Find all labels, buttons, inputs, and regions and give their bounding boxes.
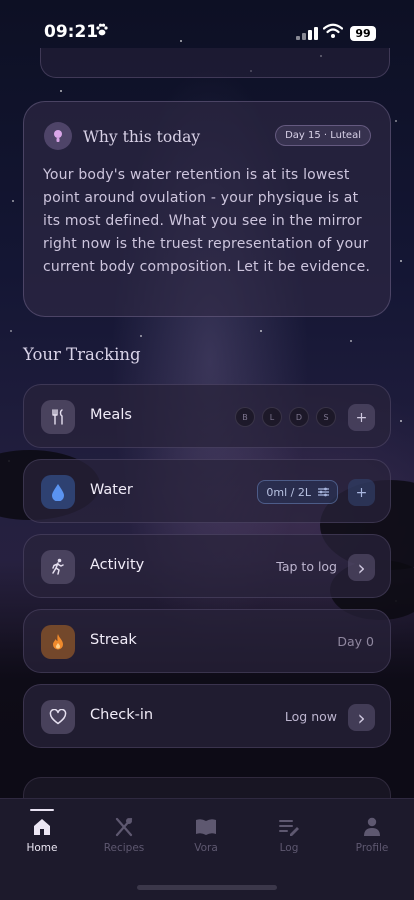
heart-icon: [41, 700, 75, 734]
battery-indicator: 99: [350, 26, 376, 41]
checkin-chevron-button[interactable]: ›: [348, 704, 375, 731]
water-row[interactable]: Water 0ml / 2L +: [23, 459, 391, 523]
lightbulb-icon: [44, 122, 72, 150]
paw-icon: [95, 23, 109, 40]
checkin-label: Check-in: [90, 707, 154, 723]
meal-dot-snack[interactable]: S: [316, 407, 336, 427]
why-this-today-card: Why this today Day 15 · Luteal Your body…: [23, 101, 391, 317]
why-card-body: Your body's water retention is at its lo…: [43, 167, 371, 275]
meal-dot-lunch[interactable]: L: [262, 407, 282, 427]
add-water-button[interactable]: +: [348, 479, 375, 506]
person-icon: [364, 817, 380, 836]
water-label: Water: [90, 482, 133, 498]
tab-home[interactable]: Home: [7, 817, 77, 854]
streak-row[interactable]: Streak Day 0: [23, 609, 391, 673]
tab-profile[interactable]: Profile: [337, 817, 407, 854]
water-amount: 0ml / 2L: [266, 485, 311, 499]
meals-row[interactable]: Meals B L D S +: [23, 384, 391, 448]
meals-label: Meals: [90, 407, 132, 423]
active-tab-indicator: [30, 809, 54, 811]
edit-list-icon: [279, 820, 299, 836]
tab-recipes[interactable]: Recipes: [89, 817, 159, 854]
utensils-icon: [115, 817, 133, 837]
cutlery-icon: [41, 400, 75, 434]
book-icon: [196, 819, 216, 835]
tab-profile-label: Profile: [355, 842, 389, 854]
water-drop-icon: [41, 475, 75, 509]
meal-dots: B L D S: [235, 407, 336, 427]
tab-log[interactable]: Log: [254, 817, 324, 854]
running-icon: [41, 550, 75, 584]
water-amount-pill[interactable]: 0ml / 2L: [257, 480, 338, 504]
cycle-day-badge: Day 15 · Luteal: [275, 125, 371, 146]
tab-recipes-label: Recipes: [103, 842, 145, 854]
meal-dot-breakfast[interactable]: B: [235, 407, 255, 427]
home-icon: [34, 819, 50, 835]
activity-row[interactable]: Activity Tap to log ›: [23, 534, 391, 598]
add-meal-button[interactable]: +: [348, 404, 375, 431]
checkin-status: Log now: [284, 709, 337, 724]
tab-home-label: Home: [26, 842, 58, 854]
activity-label: Activity: [90, 557, 145, 573]
streak-label: Streak: [90, 632, 137, 648]
cellular-signal-icon: [296, 27, 318, 40]
checkin-row[interactable]: Check-in Log now ›: [23, 684, 391, 748]
streak-status: Day 0: [337, 634, 374, 649]
previous-card: [40, 48, 390, 78]
flame-icon: [41, 625, 75, 659]
activity-chevron-button[interactable]: ›: [348, 554, 375, 581]
why-card-title: Why this today: [83, 128, 201, 146]
home-indicator: [137, 885, 277, 890]
activity-status: Tap to log: [276, 559, 337, 574]
tab-vora-label: Vora: [194, 842, 218, 854]
tab-vora[interactable]: Vora: [171, 817, 241, 854]
tracking-section-title: Your Tracking: [23, 345, 141, 364]
meal-dot-dinner[interactable]: D: [289, 407, 309, 427]
tab-log-label: Log: [279, 842, 299, 854]
status-time: 09:21: [44, 22, 99, 42]
sliders-icon: [318, 487, 329, 497]
wifi-icon: [323, 23, 343, 38]
